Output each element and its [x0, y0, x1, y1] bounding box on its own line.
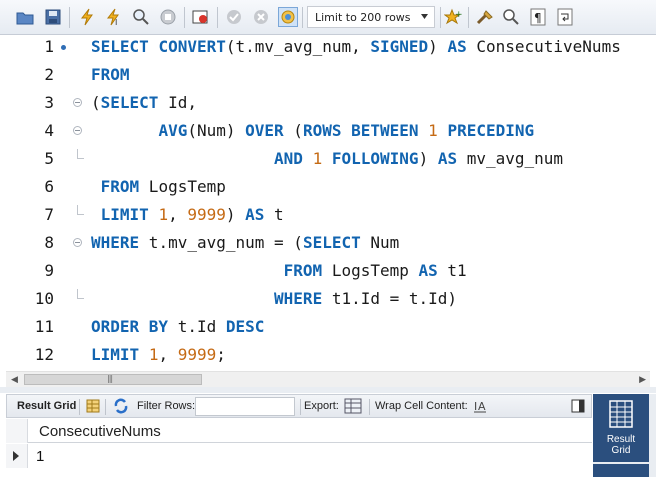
- save-icon[interactable]: [43, 7, 63, 27]
- current-row-arrow-icon: [13, 451, 19, 461]
- code-text[interactable]: FROM LogsTemp AS t1: [91, 261, 467, 281]
- add-snippet-icon[interactable]: +: [443, 7, 463, 27]
- code-text[interactable]: AVG(Num) OVER (ROWS BETWEEN 1 PRECEDING: [91, 121, 534, 141]
- scrollbar-thumb[interactable]: |||: [24, 374, 202, 385]
- code-line: 8 WHERE t.mv_avg_num = (SELECT Num: [6, 233, 650, 261]
- line-number: 6: [44, 177, 54, 196]
- open-folder-icon[interactable]: [15, 7, 35, 27]
- table-cell[interactable]: 1: [36, 448, 44, 465]
- code-line: 12 LIMIT 1, 9999;: [6, 345, 650, 369]
- code-line: 11 ORDER BY t.Id DESC: [6, 317, 650, 345]
- fold-toggle-icon[interactable]: [73, 238, 82, 247]
- code-text[interactable]: (SELECT Id,: [91, 93, 197, 113]
- invisible-chars-icon[interactable]: ¶: [528, 7, 548, 27]
- grid-header-row: ConsecutiveNums: [6, 419, 592, 443]
- wrap-icon[interactable]: [555, 7, 575, 27]
- line-number: 9: [44, 261, 54, 280]
- code-text[interactable]: SELECT CONVERT(t.mv_avg_num, SIGNED) AS …: [91, 37, 621, 57]
- result-side-panel: Result Grid: [593, 394, 656, 477]
- rollback-icon[interactable]: [251, 7, 271, 27]
- filter-rows-label: Filter Rows:: [137, 400, 196, 412]
- code-text[interactable]: ORDER BY t.Id DESC: [91, 317, 264, 337]
- fold-end-marker: [77, 205, 84, 215]
- grid-icon: [609, 400, 633, 428]
- line-number: 7: [44, 205, 54, 224]
- autocommit-icon[interactable]: [278, 7, 298, 27]
- fold-toggle-icon[interactable]: [73, 98, 82, 107]
- code-text[interactable]: LIMIT 1, 9999;: [91, 345, 226, 365]
- code-text[interactable]: WHERE t.mv_avg_num = (SELECT Num: [91, 233, 399, 253]
- limit-rows-select[interactable]: Limit to 200 rows: [307, 6, 435, 28]
- code-line: 1 SELECT CONVERT(t.mv_avg_num, SIGNED) A…: [6, 37, 650, 65]
- svg-text:A: A: [478, 400, 486, 413]
- side-button-label: Grid: [611, 445, 631, 456]
- table-row[interactable]: 1: [6, 444, 592, 468]
- result-toolbar: Result Grid Filter Rows: Export: Wrap Ce…: [6, 394, 592, 418]
- svg-text:I: I: [115, 18, 117, 26]
- export-icon[interactable]: [344, 398, 362, 417]
- code-text[interactable]: LIMIT 1, 9999) AS t: [91, 205, 284, 225]
- fold-end-marker: [77, 289, 84, 299]
- toggle-panel-icon[interactable]: [571, 399, 585, 416]
- line-number: 3: [44, 93, 54, 112]
- line-number: 4: [44, 121, 54, 140]
- line-number: 12: [34, 345, 54, 364]
- current-line-marker-icon: [61, 45, 66, 50]
- horizontal-scrollbar[interactable]: ◀ ||| ▶: [6, 371, 650, 387]
- svg-text:+: +: [455, 10, 462, 20]
- filter-rows-input[interactable]: [195, 397, 295, 416]
- result-grid-side-button[interactable]: Result Grid: [593, 394, 649, 462]
- result-grid[interactable]: ConsecutiveNums 1: [6, 419, 592, 477]
- beautify-icon[interactable]: [475, 7, 495, 27]
- code-line: 10 WHERE t1.Id = t.Id): [6, 289, 650, 317]
- export-label: Export:: [304, 400, 339, 412]
- line-number: 10: [34, 289, 54, 308]
- execute-icon[interactable]: [77, 7, 97, 27]
- side-button-label: Result: [606, 434, 636, 445]
- code-line: 6 FROM LogsTemp: [6, 177, 650, 205]
- line-number: 8: [44, 233, 54, 252]
- explain-icon[interactable]: [131, 7, 151, 27]
- scroll-left-icon[interactable]: ◀: [11, 375, 18, 385]
- code-text[interactable]: FROM: [91, 65, 130, 85]
- code-line: 2 FROM: [6, 65, 650, 93]
- line-number: 2: [44, 65, 54, 84]
- stop-icon[interactable]: [158, 7, 178, 27]
- code-line: 7 LIMIT 1, 9999) AS t: [6, 205, 650, 233]
- refresh-icon[interactable]: [113, 398, 129, 417]
- code-line: 4 AVG(Num) OVER (ROWS BETWEEN 1 PRECEDIN…: [6, 121, 650, 149]
- scroll-right-icon[interactable]: ▶: [639, 375, 646, 385]
- line-number: 1: [44, 37, 54, 56]
- find-icon[interactable]: [501, 7, 521, 27]
- code-line: 5 AND 1 FOLLOWING) AS mv_avg_num: [6, 149, 650, 177]
- result-grid-label: Result Grid: [17, 400, 77, 412]
- svg-text:I: I: [474, 400, 477, 413]
- code-text[interactable]: FROM LogsTemp: [91, 177, 226, 197]
- fold-end-marker: [77, 149, 84, 159]
- execute-current-icon[interactable]: I: [104, 7, 124, 27]
- query-toolbar: I Limit to 200 rows + ¶: [0, 0, 656, 35]
- wrap-cell-icon[interactable]: IA: [473, 399, 487, 416]
- line-number: 11: [34, 317, 54, 336]
- svg-text:¶: ¶: [534, 11, 542, 25]
- limit-rows-label: Limit to 200 rows: [315, 10, 411, 24]
- column-header[interactable]: ConsecutiveNums: [39, 423, 161, 440]
- code-text[interactable]: AND 1 FOLLOWING) AS mv_avg_num: [91, 149, 563, 169]
- code-line: 9 FROM LogsTemp AS t1: [6, 261, 650, 289]
- chevron-down-icon: [421, 14, 428, 19]
- wrap-cell-label: Wrap Cell Content:: [375, 400, 468, 412]
- grid-view-icon[interactable]: [86, 399, 100, 416]
- form-editor-side-button[interactable]: [593, 464, 649, 477]
- sql-editor[interactable]: 1 SELECT CONVERT(t.mv_avg_num, SIGNED) A…: [6, 35, 650, 369]
- line-number: 5: [44, 149, 54, 168]
- code-text[interactable]: WHERE t1.Id = t.Id): [91, 289, 457, 309]
- code-line: 3 (SELECT Id,: [6, 93, 650, 121]
- fold-toggle-icon[interactable]: [73, 126, 82, 135]
- commit-icon[interactable]: [224, 7, 244, 27]
- toggle-error-icon[interactable]: [191, 7, 211, 27]
